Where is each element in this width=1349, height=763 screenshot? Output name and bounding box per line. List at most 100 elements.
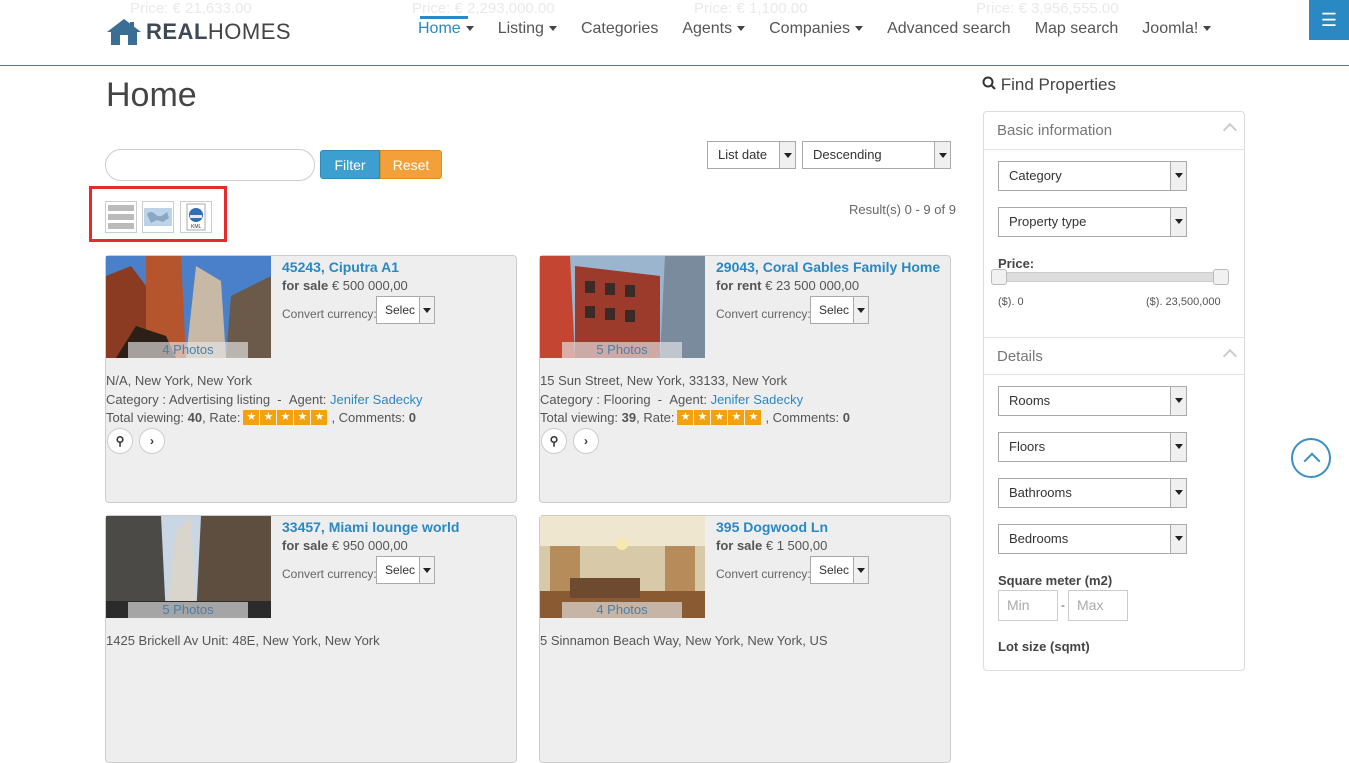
caret-down-icon bbox=[855, 26, 864, 32]
nav-joomla[interactable]: Joomla! bbox=[1142, 20, 1212, 38]
hamburger-menu-icon[interactable]: ☰ bbox=[1309, 0, 1349, 40]
nav-home[interactable]: Home bbox=[418, 16, 474, 38]
listing-photo[interactable]: 5 Photos bbox=[540, 256, 705, 358]
agent-link[interactable]: Jenifer Sadecky bbox=[330, 392, 423, 407]
search-icon: ⚲ bbox=[549, 434, 559, 448]
currency-select[interactable]: Selec bbox=[810, 296, 869, 324]
price-max-label: ($). 23,500,000 bbox=[1146, 296, 1221, 308]
price-max-handle[interactable] bbox=[1213, 269, 1229, 285]
star-icon: ★ bbox=[311, 410, 328, 425]
listing-title[interactable]: 395 Dogwood Ln bbox=[716, 519, 828, 535]
star-icon: ★ bbox=[711, 410, 728, 425]
listing-title[interactable]: 45243, Ciputra A1 bbox=[282, 259, 399, 275]
category-select[interactable]: Category bbox=[998, 161, 1187, 191]
rating-stars: ★ ★ ★ ★ ★ bbox=[243, 410, 328, 425]
listing-category: Category : Flooring - Agent: Jenifer Sad… bbox=[540, 392, 804, 407]
price-min-handle[interactable] bbox=[991, 269, 1007, 285]
chevron-up-icon bbox=[1222, 122, 1238, 138]
listing-photo[interactable]: 5 Photos bbox=[106, 516, 271, 618]
sqm-max-input[interactable]: Max bbox=[1068, 590, 1128, 621]
map-view-icon[interactable] bbox=[142, 201, 174, 233]
agent-link[interactable]: Jenifer Sadecky bbox=[711, 392, 804, 407]
listing-price: for sale € 950 000,00 bbox=[282, 538, 408, 553]
photo-count[interactable]: 5 Photos bbox=[128, 602, 248, 618]
dropdown-arrow-icon bbox=[419, 557, 434, 583]
lot-size-label: Lot size (sqmt) bbox=[998, 639, 1090, 654]
photo-count[interactable]: 5 Photos bbox=[562, 342, 682, 358]
site-logo[interactable]: REALHOMES bbox=[106, 18, 291, 46]
chevron-right-icon: › bbox=[584, 434, 588, 448]
house-logo-icon bbox=[107, 19, 141, 45]
listing-title[interactable]: 33457, Miami lounge world bbox=[282, 519, 459, 535]
nav-map-search[interactable]: Map search bbox=[1035, 20, 1119, 38]
rooms-select[interactable]: Rooms bbox=[998, 386, 1187, 416]
caret-down-icon bbox=[465, 26, 474, 32]
chevron-right-icon: › bbox=[150, 434, 154, 448]
nav-companies[interactable]: Companies bbox=[769, 20, 864, 38]
listing-address: 1425 Brickell Av Unit: 48E, New York, Ne… bbox=[106, 633, 380, 648]
star-icon: ★ bbox=[243, 410, 260, 425]
listing-address: N/A, New York, New York bbox=[106, 373, 252, 388]
list-view-icon[interactable] bbox=[105, 201, 137, 233]
listing-card: 4 Photos 45243, Ciputra A1 for sale € 50… bbox=[105, 255, 517, 503]
kml-export-icon[interactable]: KML bbox=[180, 201, 212, 233]
photo-count[interactable]: 4 Photos bbox=[128, 342, 248, 358]
currency-select[interactable]: Selec bbox=[376, 556, 435, 584]
square-meter-label: Square meter (m2) bbox=[998, 573, 1113, 588]
view-details-button[interactable]: ⚲ bbox=[107, 428, 133, 454]
photo-count[interactable]: 4 Photos bbox=[562, 602, 682, 618]
convert-currency-label: Convert currency: bbox=[282, 567, 377, 581]
search-icon: ⚲ bbox=[115, 434, 125, 448]
floors-select[interactable]: Floors bbox=[998, 432, 1187, 462]
view-details-button[interactable]: ⚲ bbox=[541, 428, 567, 454]
listing-photo[interactable]: 4 Photos bbox=[540, 516, 705, 618]
order-by-value: List date bbox=[718, 147, 768, 162]
currency-select[interactable]: Selec bbox=[810, 556, 869, 584]
dropdown-arrow-icon bbox=[1170, 479, 1186, 507]
dropdown-arrow-icon bbox=[1170, 208, 1186, 236]
filter-input[interactable] bbox=[105, 149, 315, 181]
price-slider[interactable] bbox=[998, 272, 1228, 282]
dropdown-arrow-icon bbox=[1170, 525, 1186, 553]
logo-text: REALHOMES bbox=[146, 19, 292, 44]
dropdown-arrow-icon bbox=[853, 297, 868, 323]
currency-select[interactable]: Selec bbox=[376, 296, 435, 324]
more-button[interactable]: › bbox=[139, 428, 165, 454]
direction-select[interactable]: Descending bbox=[802, 141, 951, 169]
sqm-min-input[interactable]: Min bbox=[998, 590, 1058, 621]
svg-text:KML: KML bbox=[191, 224, 202, 230]
scroll-to-top-button[interactable] bbox=[1291, 438, 1331, 478]
dropdown-arrow-icon bbox=[1170, 387, 1186, 415]
bedrooms-select[interactable]: Bedrooms bbox=[998, 524, 1187, 554]
star-icon: ★ bbox=[694, 410, 711, 425]
listing-title[interactable]: 29043, Coral Gables Family Home bbox=[716, 259, 940, 275]
star-icon: ★ bbox=[277, 410, 294, 425]
convert-currency-label: Convert currency: bbox=[716, 307, 811, 321]
range-separator: - bbox=[1061, 598, 1065, 612]
chevron-up-icon bbox=[1222, 348, 1238, 364]
top-header: Price: € 21,633.00 Price: € 2,293,000.00… bbox=[0, 0, 1349, 66]
listing-photo[interactable]: 4 Photos bbox=[106, 256, 271, 358]
reset-button[interactable]: Reset bbox=[380, 150, 442, 179]
listing-stats: Total viewing: 39, Rate: ★ ★ ★ ★ ★ , Comment… bbox=[540, 410, 850, 425]
listing-card: 5 Photos 29043, Coral Gables Family Home… bbox=[539, 255, 951, 503]
listing-address: 5 Sinnamon Beach Way, New York, New York… bbox=[540, 633, 828, 648]
bathrooms-select[interactable]: Bathrooms bbox=[998, 478, 1187, 508]
nav-agents[interactable]: Agents bbox=[682, 20, 746, 38]
caret-down-icon bbox=[1203, 26, 1212, 32]
more-button[interactable]: › bbox=[573, 428, 599, 454]
star-icon: ★ bbox=[728, 410, 745, 425]
nav-listing[interactable]: Listing bbox=[498, 20, 557, 38]
basic-information-header[interactable]: Basic information bbox=[983, 112, 1245, 150]
listing-price: for sale € 1 500,00 bbox=[716, 538, 828, 553]
filter-button[interactable]: Filter bbox=[320, 150, 380, 179]
dropdown-arrow-icon bbox=[779, 142, 795, 168]
dropdown-arrow-icon bbox=[934, 142, 950, 168]
star-icon: ★ bbox=[294, 410, 311, 425]
details-header[interactable]: Details bbox=[983, 337, 1245, 375]
property-type-select[interactable]: Property type bbox=[998, 207, 1187, 237]
price-min-label: ($). 0 bbox=[998, 296, 1024, 308]
nav-advanced-search[interactable]: Advanced search bbox=[887, 20, 1011, 38]
nav-categories[interactable]: Categories bbox=[581, 20, 658, 38]
order-by-select[interactable]: List date bbox=[707, 141, 796, 169]
